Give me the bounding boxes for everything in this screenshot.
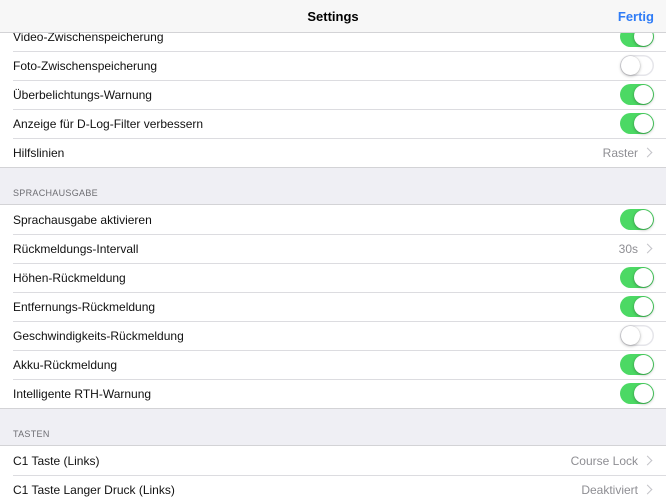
setting-row-rth-warning[interactable]: Intelligente RTH-Warnung	[0, 379, 666, 408]
setting-label: Überbelichtungs-Warnung	[13, 87, 152, 102]
chevron-right-icon	[642, 484, 653, 495]
battery-feedback-toggle[interactable]	[620, 354, 654, 375]
toggle-knob	[634, 114, 653, 133]
toggle-knob	[621, 326, 640, 345]
c1-button-value: Course Lock	[570, 453, 638, 468]
toggle-knob	[634, 85, 653, 104]
toggle-knob	[634, 268, 653, 287]
photo-cache-toggle[interactable]	[620, 55, 654, 76]
rth-warning-toggle[interactable]	[620, 383, 654, 404]
setting-row-overexposure-warning[interactable]: Überbelichtungs-Warnung	[0, 80, 666, 109]
voice-settings-group: Sprachausgabe aktivieren Rückmeldungs-In…	[0, 204, 666, 409]
voice-enable-toggle[interactable]	[620, 209, 654, 230]
setting-row-photo-cache[interactable]: Foto-Zwischenspeicherung	[0, 51, 666, 80]
toggle-knob	[621, 56, 640, 75]
feedback-interval-value: 30s	[618, 241, 638, 256]
setting-label: C1 Taste (Links)	[13, 453, 100, 468]
setting-row-altitude-feedback[interactable]: Höhen-Rückmeldung	[0, 263, 666, 292]
setting-label: Entfernungs-Rückmeldung	[13, 299, 156, 314]
setting-row-speed-feedback[interactable]: Geschwindigkeits-Rückmeldung	[0, 321, 666, 350]
setting-row-c1-button[interactable]: C1 Taste (Links) Course Lock	[0, 446, 666, 475]
page-title: Settings	[307, 9, 359, 24]
setting-row-voice-enable[interactable]: Sprachausgabe aktivieren	[0, 205, 666, 234]
settings-list[interactable]: Video-Zwischenspeicherung Foto-Zwischens…	[0, 21, 666, 500]
setting-row-c1-long-press[interactable]: C1 Taste Langer Druck (Links) Deaktivier…	[0, 475, 666, 500]
done-button[interactable]: Fertig	[618, 9, 654, 24]
button-settings-group: C1 Taste (Links) Course Lock C1 Taste La…	[0, 445, 666, 500]
setting-label: Intelligente RTH-Warnung	[13, 386, 152, 401]
chevron-right-icon	[642, 455, 653, 466]
setting-row-distance-feedback[interactable]: Entfernungs-Rückmeldung	[0, 292, 666, 321]
toggle-knob	[634, 384, 653, 403]
chevron-right-icon	[642, 243, 653, 254]
chevron-right-icon	[642, 147, 653, 158]
altitude-feedback-toggle[interactable]	[620, 267, 654, 288]
c1-long-press-value: Deaktiviert	[581, 482, 638, 497]
dlog-display-toggle[interactable]	[620, 113, 654, 134]
setting-label: Akku-Rückmeldung	[13, 357, 118, 372]
setting-label: Foto-Zwischenspeicherung	[13, 58, 158, 73]
setting-label: Höhen-Rückmeldung	[13, 270, 126, 285]
setting-row-feedback-interval[interactable]: Rückmeldungs-Intervall 30s	[0, 234, 666, 263]
navigation-bar: Settings Fertig	[0, 0, 666, 33]
setting-row-grid-lines[interactable]: Hilfslinien Raster	[0, 138, 666, 167]
overexposure-warning-toggle[interactable]	[620, 84, 654, 105]
toggle-knob	[634, 297, 653, 316]
setting-label: C1 Taste Langer Druck (Links)	[13, 482, 175, 497]
setting-label: Rückmeldungs-Intervall	[13, 241, 139, 256]
distance-feedback-toggle[interactable]	[620, 296, 654, 317]
setting-label: Hilfslinien	[13, 145, 65, 160]
setting-label: Geschwindigkeits-Rückmeldung	[13, 328, 184, 343]
setting-label: Anzeige für D-Log-Filter verbessern	[13, 116, 204, 131]
setting-row-dlog-display[interactable]: Anzeige für D-Log-Filter verbessern	[0, 109, 666, 138]
camera-settings-group: Video-Zwischenspeicherung Foto-Zwischens…	[0, 21, 666, 168]
setting-row-battery-feedback[interactable]: Akku-Rückmeldung	[0, 350, 666, 379]
section-header-voice: SPRACHAUSGABE	[13, 188, 98, 198]
toggle-knob	[634, 210, 653, 229]
section-header-buttons: TASTEN	[13, 429, 50, 439]
grid-lines-value: Raster	[602, 145, 638, 160]
toggle-knob	[634, 355, 653, 374]
setting-label: Sprachausgabe aktivieren	[13, 212, 152, 227]
speed-feedback-toggle[interactable]	[620, 325, 654, 346]
